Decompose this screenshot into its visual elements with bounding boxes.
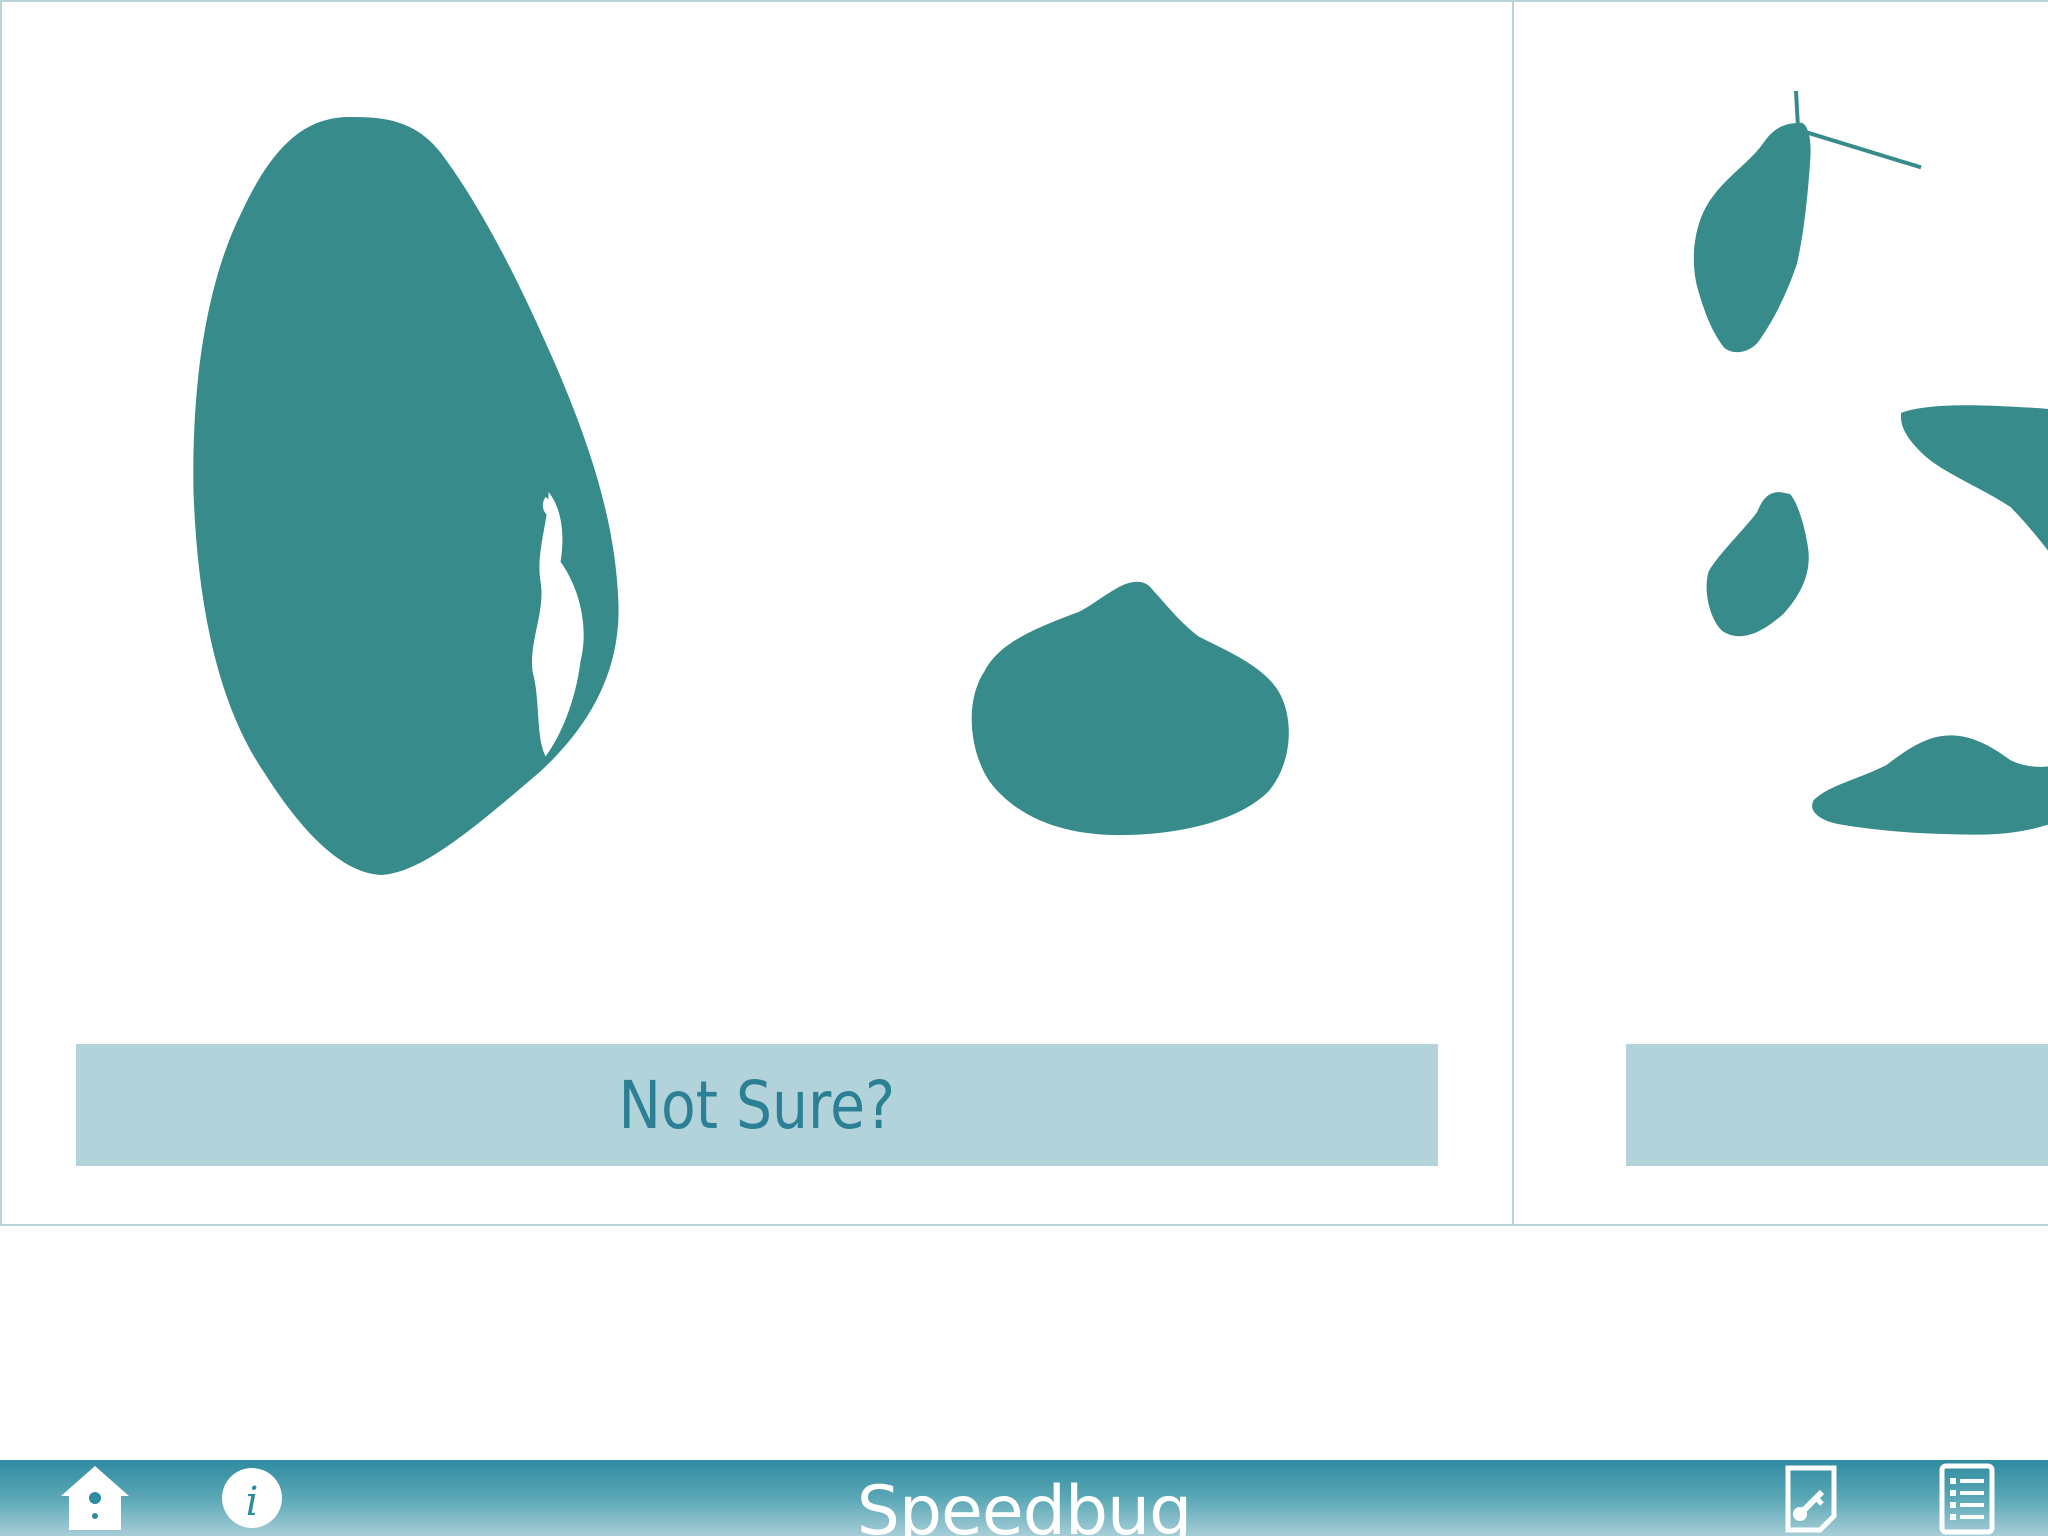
- shell-spire: [1793, 90, 1800, 127]
- bottom-toolbar: i Speedbug: [0, 1460, 2048, 1536]
- key-note-icon[interactable]: [1770, 1460, 1850, 1536]
- shell-silhouettes-right: [1693, 90, 2048, 835]
- not-sure-label: Not Sure?: [618, 1066, 896, 1144]
- not-sure-button-right[interactable]: [1626, 1044, 2048, 1166]
- app-title: Speedbug: [856, 1472, 1193, 1536]
- not-sure-button[interactable]: Not Sure?: [76, 1044, 1438, 1166]
- choice-card-left[interactable]: Not Sure?: [0, 0, 1514, 1226]
- app-screen: Not Sure? i Speedbug: [0, 0, 2048, 1536]
- shell-spine: [1797, 127, 1922, 170]
- flat-conical-shell-silhouette: [1812, 735, 2048, 835]
- large-oval-shell-silhouette: [193, 116, 619, 876]
- list-icon[interactable]: [1926, 1460, 2006, 1536]
- shell-silhouettes-left: [193, 116, 1289, 876]
- round-conical-shell-silhouette: [971, 581, 1289, 836]
- choice-card-right[interactable]: [1512, 0, 2048, 1226]
- small-oval-shell-silhouette: [1706, 492, 1809, 637]
- partial-shell-silhouette: [1901, 405, 2048, 551]
- small-elongated-shell-silhouette: [1693, 122, 1811, 353]
